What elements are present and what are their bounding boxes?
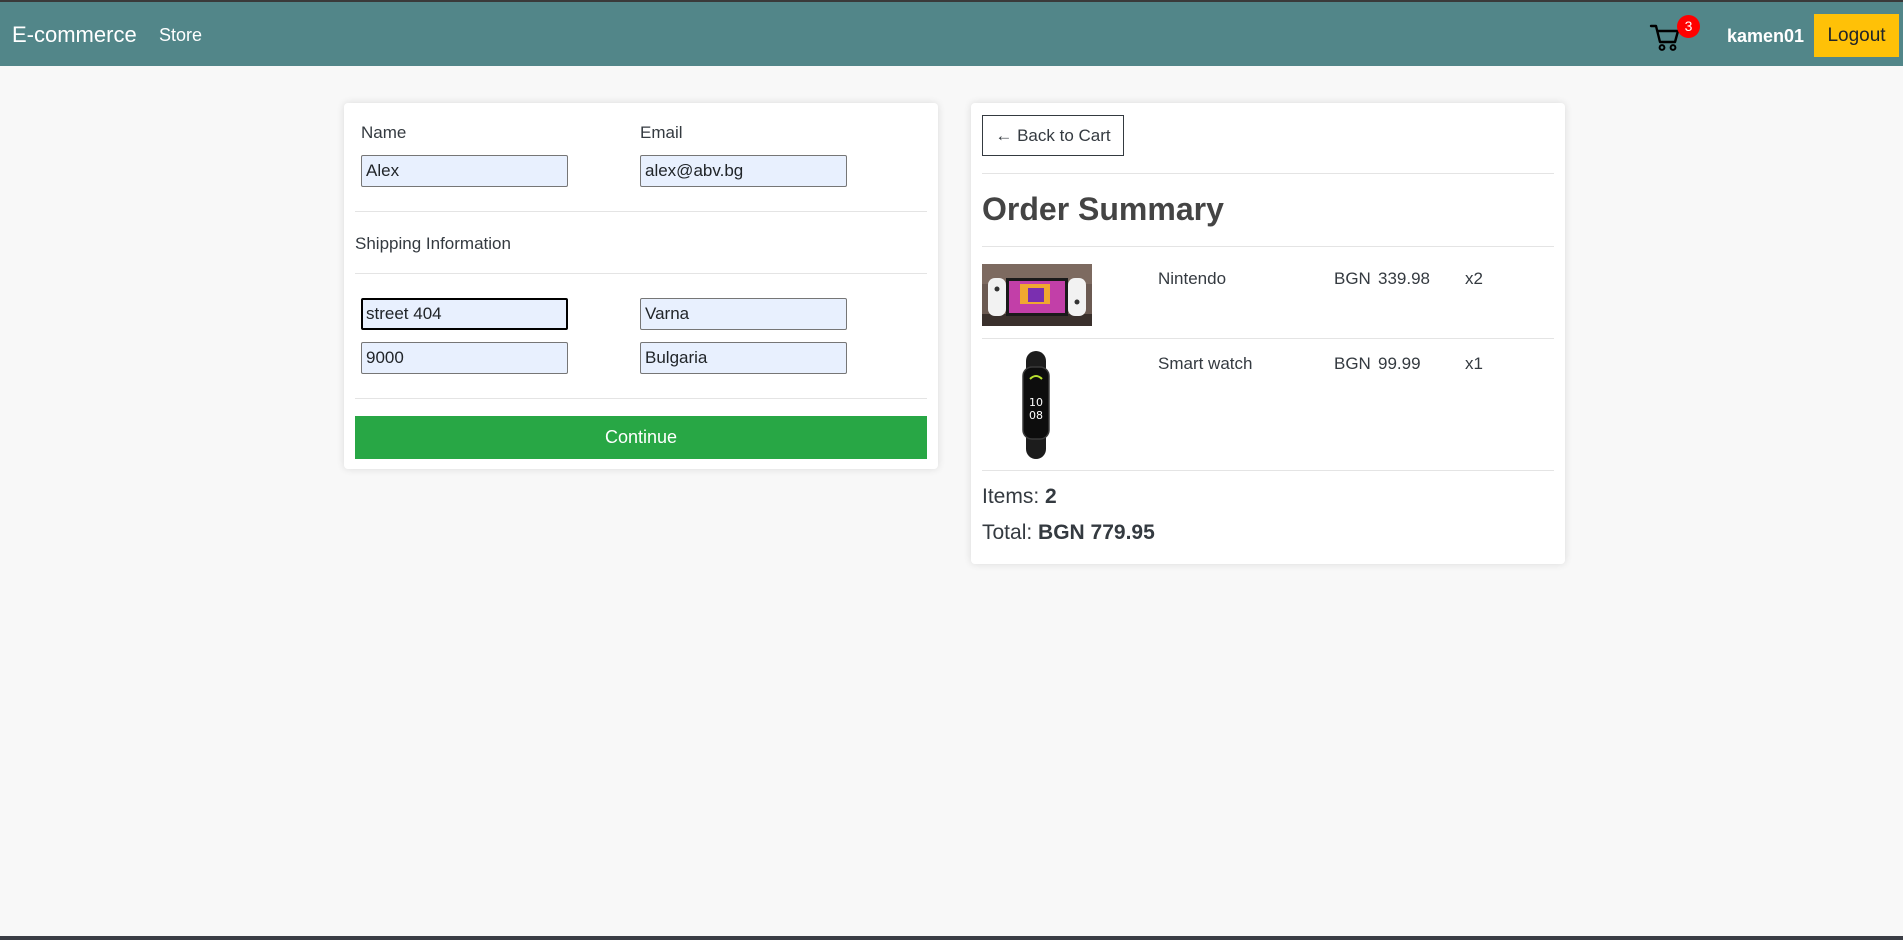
username-label: kamen01 bbox=[1727, 26, 1805, 46]
name-field[interactable] bbox=[361, 155, 568, 187]
divider bbox=[982, 246, 1554, 247]
items-count-value: 2 bbox=[1045, 485, 1057, 508]
total-label: Total: bbox=[982, 521, 1033, 544]
email-field[interactable] bbox=[640, 155, 847, 187]
items-label: Items: bbox=[982, 485, 1040, 508]
cart-count-badge: 3 bbox=[1677, 15, 1700, 38]
item-name: Nintendo bbox=[1158, 269, 1227, 288]
city-field[interactable] bbox=[640, 298, 847, 330]
country-field[interactable] bbox=[640, 342, 847, 374]
shipping-section-title: Shipping Information bbox=[355, 234, 511, 253]
store-link[interactable]: Store bbox=[159, 25, 202, 46]
navbar: E-commerce Store 3 kamen01 Logout bbox=[0, 2, 1903, 66]
svg-text:10: 10 bbox=[1029, 396, 1043, 409]
divider bbox=[982, 338, 1554, 339]
divider bbox=[982, 173, 1554, 174]
zip-code-field[interactable] bbox=[361, 342, 568, 374]
item-quantity: x2 bbox=[1465, 269, 1483, 288]
item-currency: BGN bbox=[1334, 354, 1371, 373]
order-summary-title: Order Summary bbox=[982, 191, 1224, 227]
divider bbox=[355, 398, 927, 399]
item-quantity: x1 bbox=[1465, 354, 1483, 373]
divider bbox=[982, 470, 1554, 471]
back-to-cart-button[interactable]: ← Back to Cart bbox=[982, 115, 1124, 156]
total-value: BGN 779.95 bbox=[1038, 521, 1155, 544]
item-name: Smart watch bbox=[1158, 354, 1253, 373]
continue-button[interactable]: Continue bbox=[355, 416, 927, 459]
checkout-form-panel: Name Email Shipping Information Continue bbox=[344, 103, 938, 469]
items-count: Items: 2 bbox=[982, 485, 1057, 509]
brand-link[interactable]: E-commerce bbox=[12, 22, 137, 48]
svg-text:08: 08 bbox=[1029, 409, 1043, 422]
item-price: 99.99 bbox=[1378, 354, 1421, 373]
order-total: Total: BGN 779.95 bbox=[982, 521, 1155, 545]
item-currency: BGN bbox=[1334, 269, 1371, 288]
divider bbox=[355, 273, 927, 274]
item-price: 339.98 bbox=[1378, 269, 1430, 288]
nintendo-switch-image bbox=[982, 264, 1092, 326]
logout-button[interactable]: Logout bbox=[1814, 14, 1899, 57]
order-summary-panel: ← Back to Cart Order Summary Nintendo BG… bbox=[971, 103, 1565, 564]
name-label: Name bbox=[361, 123, 407, 142]
taskbar-edge bbox=[0, 936, 1903, 940]
address-field[interactable] bbox=[361, 298, 568, 330]
divider bbox=[355, 211, 927, 212]
email-label: Email bbox=[640, 123, 683, 142]
smart-watch-image: 10 08 bbox=[1022, 351, 1050, 459]
